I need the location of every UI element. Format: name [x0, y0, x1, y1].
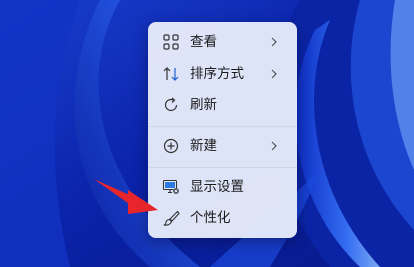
personalize-brush-icon [163, 210, 180, 226]
menu-item-label: 排序方式 [190, 66, 244, 82]
menu-item-label: 刷新 [190, 97, 217, 113]
menu-item-refresh[interactable]: 刷新 [152, 90, 293, 120]
new-plus-icon [163, 138, 179, 154]
menu-item-view[interactable]: 查看 [152, 27, 293, 57]
chevron-right-icon [271, 141, 277, 151]
desktop-context-menu: 查看 排序方式 刷新 新建 显示设置 个性化 [148, 22, 297, 238]
menu-item-label: 新建 [190, 138, 217, 154]
chevron-right-icon [271, 37, 277, 47]
menu-item-label: 显示设置 [190, 179, 244, 195]
menu-item-label: 个性化 [190, 210, 231, 226]
menu-item-sort-by[interactable]: 排序方式 [152, 59, 293, 89]
sort-icon [163, 67, 179, 81]
view-grid-icon [163, 34, 179, 50]
menu-item-personalize[interactable]: 个性化 [152, 203, 293, 233]
annotation-arrow [94, 179, 158, 214]
display-settings-icon [162, 179, 179, 194]
menu-item-label: 查看 [190, 34, 217, 50]
menu-item-new[interactable]: 新建 [152, 131, 293, 161]
refresh-icon [164, 97, 178, 112]
menu-separator [148, 167, 297, 168]
menu-separator [148, 126, 297, 127]
menu-item-display-settings[interactable]: 显示设置 [152, 172, 293, 202]
chevron-right-icon [271, 69, 277, 79]
